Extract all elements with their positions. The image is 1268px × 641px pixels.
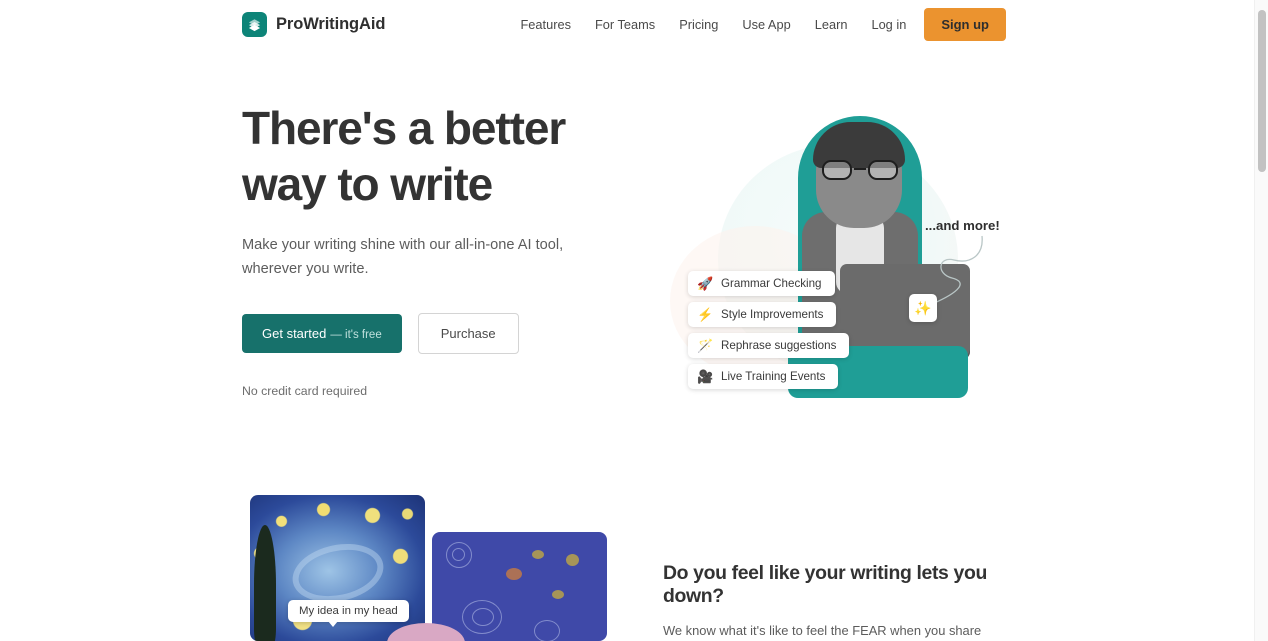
brand-name: ProWritingAid bbox=[276, 14, 386, 33]
star-dot bbox=[552, 590, 564, 599]
glasses-lens-right bbox=[868, 160, 898, 180]
lightning-icon: ⚡ bbox=[697, 307, 714, 322]
signup-button[interactable]: Sign up bbox=[924, 7, 1006, 41]
hero-title-line-1: There's a better bbox=[242, 102, 566, 154]
hero-subtitle: Make your writing shine with our all-in-… bbox=[242, 237, 564, 277]
swirl-shape bbox=[452, 548, 465, 561]
swirl-shape bbox=[472, 608, 494, 626]
get-started-fineprint: — it's free bbox=[330, 328, 382, 341]
get-started-label: Get started bbox=[262, 325, 327, 341]
feature-pill-list: 🚀 Grammar Checking ⚡ Style Improvements … bbox=[688, 271, 850, 395]
nav-link-log-in[interactable]: Log in bbox=[871, 11, 906, 38]
rocket-icon: 🚀 bbox=[697, 276, 714, 291]
nav-link-learn[interactable]: Learn bbox=[815, 11, 848, 38]
main-nav: Features For Teams Pricing Use App Learn… bbox=[520, 7, 1006, 41]
hero-cta-group: Get started — it's free Purchase bbox=[242, 312, 622, 354]
feature-pill-label: Live Training Events bbox=[721, 370, 826, 383]
feature-pill-label: Rephrase suggestions bbox=[721, 339, 837, 352]
glasses-icon bbox=[822, 160, 898, 180]
brand-logo[interactable]: ProWritingAid bbox=[242, 11, 386, 37]
glasses-lens-left bbox=[822, 160, 852, 180]
nav-link-for-teams[interactable]: For Teams bbox=[595, 11, 655, 38]
star-dot bbox=[566, 554, 579, 566]
feature-pill-label: Style Improvements bbox=[721, 308, 824, 321]
site-header: ProWritingAid Features For Teams Pricing… bbox=[0, 0, 1254, 48]
glasses-bridge bbox=[854, 168, 866, 171]
hero-illustration: 🚀 Grammar Checking ⚡ Style Improvements … bbox=[660, 106, 1020, 436]
star-dot bbox=[532, 550, 544, 559]
video-camera-icon: 🎥 bbox=[697, 369, 714, 384]
section2-copy: Do you feel like your writing lets you d… bbox=[663, 562, 1013, 641]
feature-pill-rephrase-suggestions: 🪄 Rephrase suggestions bbox=[688, 333, 850, 358]
and-more-annotation: ...and more! bbox=[925, 218, 1000, 233]
feature-pill-live-training-events: 🎥 Live Training Events bbox=[688, 364, 839, 389]
starry-swirl bbox=[287, 536, 389, 610]
page-title: There's a better way to write bbox=[242, 100, 622, 212]
book-pages-icon bbox=[242, 11, 267, 37]
hero-copy: There's a better way to write Make your … bbox=[242, 100, 622, 398]
page-root: ProWritingAid Features For Teams Pricing… bbox=[0, 0, 1268, 641]
hero-title-line-2: way to write bbox=[242, 158, 493, 211]
feature-pill-label: Grammar Checking bbox=[721, 277, 822, 290]
magic-wand-icon: 🪄 bbox=[697, 338, 714, 353]
reality-panel bbox=[432, 532, 607, 641]
cypress-tree bbox=[254, 525, 276, 641]
nav-link-use-app[interactable]: Use App bbox=[742, 11, 790, 38]
feature-pill-style-improvements: ⚡ Style Improvements bbox=[688, 302, 837, 327]
purchase-button[interactable]: Purchase bbox=[417, 312, 519, 354]
section2-title: Do you feel like your writing lets you d… bbox=[663, 562, 987, 607]
no-credit-card-note: No credit card required bbox=[242, 383, 368, 398]
moon-dot bbox=[506, 568, 522, 580]
get-started-button[interactable]: Get started — it's free bbox=[242, 313, 402, 353]
writing-lets-you-down-section: My idea in my head Do you feel like your… bbox=[0, 490, 1254, 641]
nav-link-pricing[interactable]: Pricing bbox=[679, 11, 718, 38]
nav-link-features[interactable]: Features bbox=[520, 11, 571, 38]
idea-vs-reality-illustration: My idea in my head bbox=[242, 490, 632, 641]
section2-body: We know what it's like to feel the FEAR … bbox=[663, 623, 982, 638]
page-scrollbar[interactable] bbox=[1254, 0, 1268, 641]
idea-caption: My idea in my head bbox=[288, 600, 409, 627]
scrollbar-thumb[interactable] bbox=[1258, 10, 1266, 172]
feature-pill-grammar-checking: 🚀 Grammar Checking bbox=[688, 271, 835, 296]
swirl-shape bbox=[534, 620, 560, 641]
sparkles-icon: ✨ bbox=[909, 294, 937, 322]
